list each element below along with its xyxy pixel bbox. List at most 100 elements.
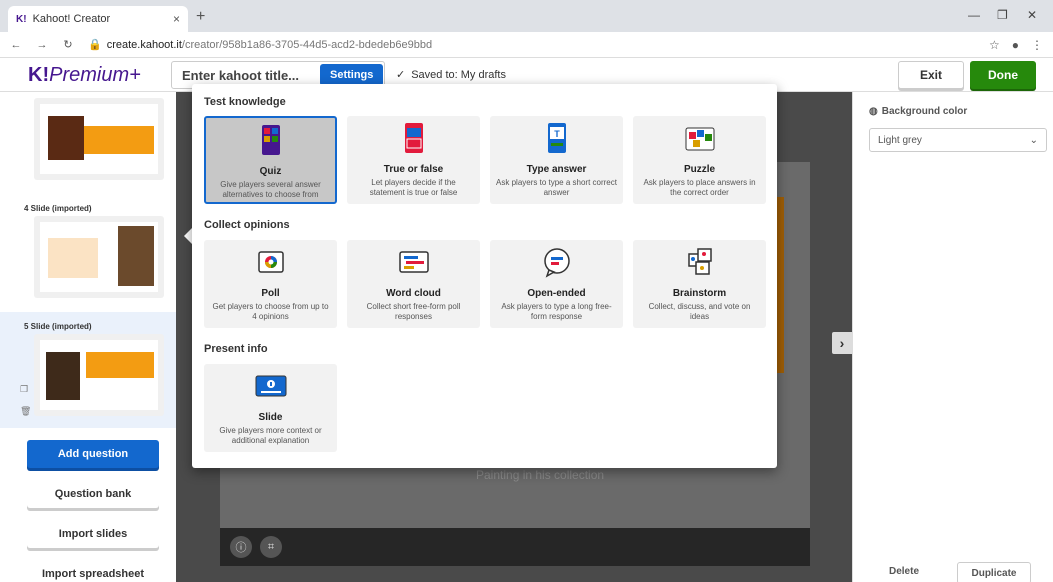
slide-caption: Painting in his collection: [476, 468, 605, 482]
background-color-value: Light grey: [878, 134, 922, 146]
forward-icon[interactable]: →: [32, 39, 52, 51]
slide-toolbar: [220, 528, 810, 566]
open-ended-icon: [543, 248, 570, 278]
new-tab-icon[interactable]: +: [196, 8, 205, 26]
type-answer-icon: T: [547, 123, 566, 153]
orange-panel: [48, 238, 98, 278]
question-type-slide[interactable]: Slide Give players more context or addit…: [204, 364, 337, 452]
section-title: Collect opinions: [204, 219, 290, 231]
orange-panel: [86, 352, 154, 378]
browser-menu-icon[interactable]: ⋮: [1031, 38, 1043, 52]
painting-image: [118, 226, 154, 286]
question-type-brainstorm[interactable]: Brainstorm Collect, discuss, and vote on…: [633, 240, 766, 328]
card-name: Slide: [258, 412, 283, 423]
browser-tab-bar: K! Kahoot! Creator × + — ❐ ✕: [0, 0, 1053, 32]
question-type-poll[interactable]: Poll Get players to choose from up to 4 …: [204, 240, 337, 328]
kahoot-logo: K!Premium+: [28, 64, 141, 87]
tab-title: Kahoot! Creator: [32, 13, 111, 25]
card-name: Quiz: [259, 166, 282, 177]
question-type-true-false[interactable]: True or false Let players decide if the …: [347, 116, 480, 204]
back-icon[interactable]: ←: [6, 39, 26, 51]
bookmark-star-icon[interactable]: ☆: [989, 38, 1000, 52]
import-spreadsheet-button[interactable]: Import spreadsheet: [27, 560, 159, 582]
slide-icon: [255, 375, 286, 397]
background-color-label: ◍ Background color: [869, 106, 967, 117]
slide-sidebar: 4 Slide (imported) 5 Slide (imported) 5 …: [0, 92, 176, 582]
url-path: /creator/958b1a86-3705-44d5-acd2-bdedeb6…: [181, 39, 433, 51]
address-bar: ← → ↻ 🔒 create.kahoot.it/creator/958b1a86…: [0, 32, 1053, 58]
kahoot-favicon-icon: K!: [16, 13, 27, 25]
card-description: Give players several answer alternatives…: [220, 180, 321, 199]
logo-text: Premium+: [49, 64, 141, 86]
slide-label-active: 5 Slide (imported): [24, 322, 92, 331]
card-description: Let players decide if the statement is t…: [369, 178, 458, 197]
exit-button[interactable]: Exit: [898, 61, 964, 89]
quiz-icon: [261, 125, 280, 155]
poll-icon: [257, 251, 284, 273]
logo-brand: K!: [28, 64, 50, 86]
duplicate-button[interactable]: Duplicate: [957, 562, 1031, 582]
saved-status: ✓ Saved to: My drafts: [396, 68, 506, 82]
word-cloud-icon: [398, 251, 429, 273]
card-description: Ask players to place answers in the corr…: [643, 178, 756, 197]
delete-slide-icon[interactable]: 🗑: [20, 406, 31, 417]
card-description: Collect short free-form poll responses: [366, 302, 461, 321]
slide-thumbnail[interactable]: [34, 98, 164, 180]
duplicate-slide-icon[interactable]: ❐: [20, 384, 28, 395]
card-description: Ask players to type a short correct answ…: [496, 178, 617, 197]
url-field[interactable]: 🔒 create.kahoot.it/creator/958b1a86-3705-…: [88, 38, 432, 51]
right-panel: ◍ Background color Light grey ⌄ Delete D…: [852, 92, 1053, 582]
question-type-puzzle[interactable]: Puzzle Ask players to place answers in t…: [633, 116, 766, 204]
tab-close-icon[interactable]: ×: [173, 12, 180, 26]
info-icon[interactable]: ⓘ: [230, 536, 252, 558]
card-description: Ask players to type a long free-form res…: [501, 302, 612, 321]
question-type-open-ended[interactable]: Open-ended Ask players to type a long fr…: [490, 240, 623, 328]
section-title: Present info: [204, 343, 268, 355]
card-name: Brainstorm: [672, 288, 727, 299]
brainstorm-icon: [687, 248, 712, 275]
check-icon: ✓: [396, 69, 406, 81]
question-type-type-answer[interactable]: T Type answer Ask players to type a shor…: [490, 116, 623, 204]
reload-icon[interactable]: ↻: [58, 38, 78, 51]
card-name: True or false: [383, 164, 444, 175]
orange-panel: [84, 126, 154, 154]
lock-icon: 🔒: [88, 39, 102, 51]
painting-image: [46, 352, 80, 400]
profile-icon[interactable]: ●: [1012, 38, 1019, 52]
window-close-icon[interactable]: ✕: [1027, 8, 1037, 22]
crop-icon[interactable]: ⌗: [260, 536, 282, 558]
question-bank-button[interactable]: Question bank: [27, 480, 159, 508]
painting-image: [48, 116, 84, 160]
card-description: Give players more context or additional …: [219, 426, 322, 445]
slide-thumbnail[interactable]: [34, 216, 164, 298]
card-description: Get players to choose from up to 4 opini…: [212, 302, 329, 321]
true-false-icon: [404, 123, 423, 153]
card-name: Poll: [261, 288, 280, 299]
chevron-right-icon[interactable]: ›: [832, 332, 852, 354]
card-name: Type answer: [526, 164, 587, 175]
question-type-word-cloud[interactable]: Word cloud Collect short free-form poll …: [347, 240, 480, 328]
card-name: Word cloud: [386, 288, 441, 299]
slide-thumbnail-active[interactable]: [34, 334, 164, 416]
browser-tab[interactable]: K! Kahoot! Creator ×: [8, 6, 188, 32]
background-color-text: Background color: [881, 106, 968, 117]
delete-button[interactable]: Delete: [889, 566, 919, 577]
svg-text:T: T: [554, 129, 560, 139]
chevron-down-icon: ⌄: [1029, 134, 1038, 146]
background-color-select[interactable]: Light grey ⌄: [869, 128, 1047, 152]
section-title: Test knowledge: [204, 96, 286, 108]
add-question-button[interactable]: Add question: [27, 440, 159, 468]
maximize-icon[interactable]: ❐: [997, 8, 1008, 22]
minimize-icon[interactable]: —: [968, 8, 980, 22]
url-host: create.kahoot.it: [106, 39, 182, 51]
done-button[interactable]: Done: [970, 61, 1036, 89]
question-type-popup: Test knowledge Quiz Give players several…: [192, 84, 777, 468]
saved-text: Saved to: My drafts: [411, 68, 506, 81]
import-slides-button[interactable]: Import slides: [27, 520, 159, 548]
slide-label: 4 Slide (imported): [24, 204, 92, 213]
palette-icon: ◍: [869, 106, 878, 117]
puzzle-icon: [685, 127, 714, 151]
question-type-quiz[interactable]: Quiz Give players several answer alterna…: [204, 116, 337, 204]
popup-arrow: [184, 228, 192, 244]
settings-button[interactable]: Settings: [320, 64, 384, 86]
